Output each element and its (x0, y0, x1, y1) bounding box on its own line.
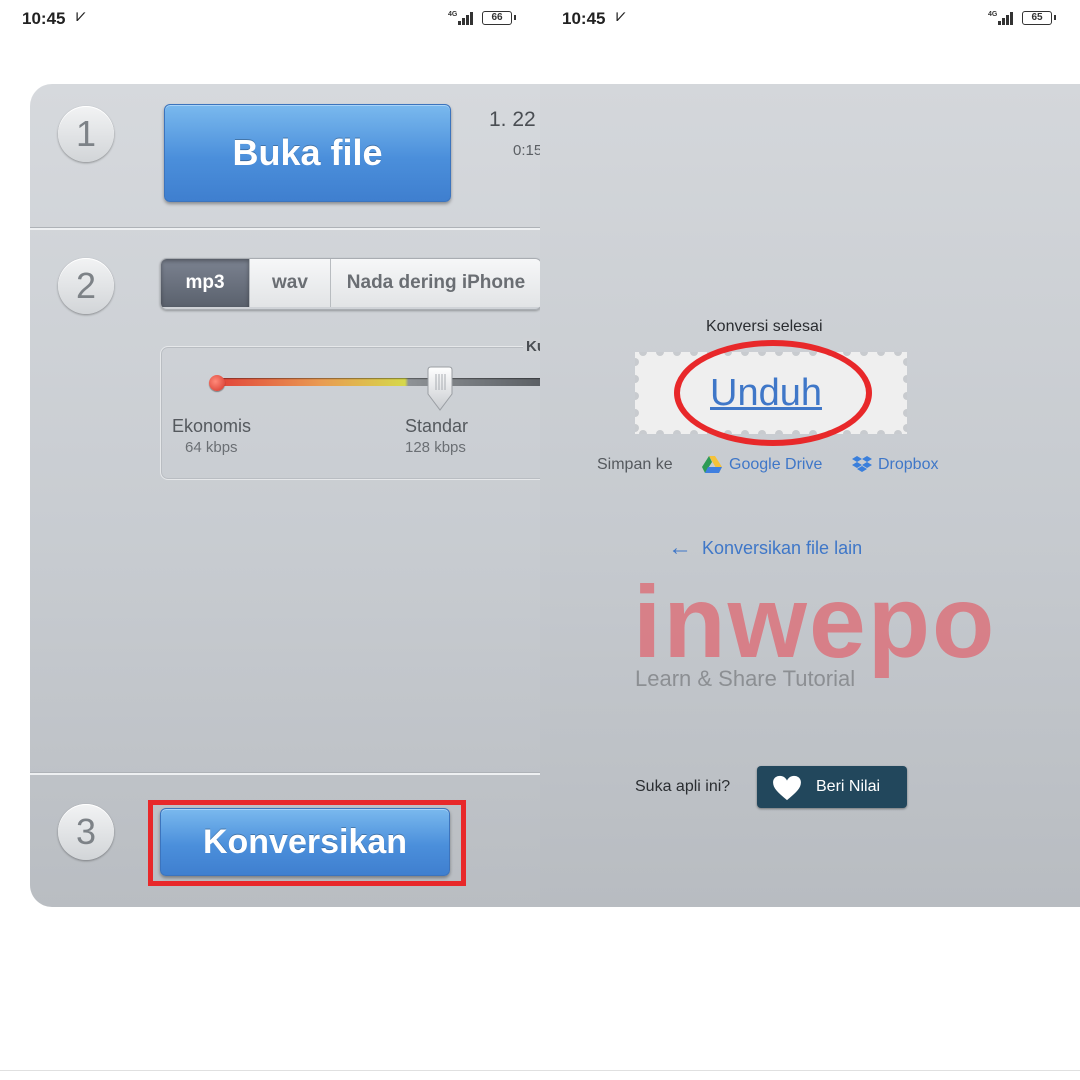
network-type: 4G (988, 11, 998, 18)
watermark-tagline: Learn & Share Tutorial (635, 666, 856, 691)
quality-slider-thumb[interactable] (425, 366, 455, 412)
section-divider (30, 773, 540, 775)
convert-another-link[interactable]: Konversikan file lain (702, 538, 862, 559)
battery-icon: 65 (1022, 11, 1056, 25)
step-1-badge: 1 (58, 106, 114, 162)
google-drive-icon[interactable] (702, 456, 722, 474)
status-time: 10:45 (22, 9, 66, 28)
heart-icon (773, 775, 801, 801)
quality-title: Ku (523, 338, 540, 355)
format-tab-mp3[interactable]: mp3 (161, 259, 249, 307)
signal-icon: 4G (988, 11, 1013, 25)
quality-rate-economy: 64 kbps (185, 439, 238, 456)
format-selector: mp3 wav Nada dering iPhone (160, 258, 540, 310)
rate-button[interactable]: Beri Nilai (757, 766, 907, 808)
network-type: 4G (448, 11, 458, 18)
download-done-icon: ⩗ (76, 6, 86, 25)
highlight-ellipse (674, 340, 872, 446)
open-file-button[interactable]: Buka file (164, 104, 451, 202)
save-to-label: Simpan ke (597, 456, 673, 473)
converter-panel: 1 Buka file 1. 22 0:15 2 mp3 wav Nada de… (30, 84, 540, 907)
dropbox-link[interactable]: Dropbox (878, 456, 938, 474)
battery-icon: 66 (482, 11, 516, 25)
quality-label-economy: Ekonomis (172, 416, 252, 436)
dropbox-icon[interactable] (852, 456, 872, 474)
slider-start-dot (209, 375, 225, 391)
like-app-label: Suka apli ini? (635, 778, 731, 795)
signal-icon: 4G (448, 11, 473, 25)
bottom-divider (0, 1070, 1080, 1071)
watermark-logo: inwepo (633, 565, 997, 679)
download-done-icon: ⩗ (616, 6, 626, 25)
quality-slider-track[interactable] (218, 378, 540, 386)
file-name: 1. 22 (489, 108, 536, 131)
status-bar-right: 10:45 ⩗ 4G 65 (540, 0, 1080, 40)
file-duration: 0:15 (513, 142, 540, 159)
quality-box (160, 346, 540, 480)
result-panel: Konversi selesai Unduh Simpan ke Google … (540, 84, 1080, 907)
back-arrow-icon[interactable]: ← (668, 534, 692, 562)
google-drive-link[interactable]: Google Drive (729, 456, 822, 474)
format-tab-iphone-ringtone[interactable]: Nada dering iPhone (330, 259, 540, 307)
section-divider (30, 228, 540, 230)
step-2-badge: 2 (58, 258, 114, 314)
conversion-done-label: Konversi selesai (706, 318, 823, 335)
quality-label-standard: Standar (405, 416, 469, 436)
format-tab-wav[interactable]: wav (249, 259, 330, 307)
rate-button-label: Beri Nilai (816, 778, 881, 795)
highlight-rectangle (148, 800, 466, 886)
step-3-badge: 3 (58, 804, 114, 860)
status-bar-left: 10:45 ⩗ 4G 66 (0, 0, 540, 40)
quality-rate-standard: 128 kbps (405, 439, 466, 456)
status-time: 10:45 (562, 9, 606, 28)
